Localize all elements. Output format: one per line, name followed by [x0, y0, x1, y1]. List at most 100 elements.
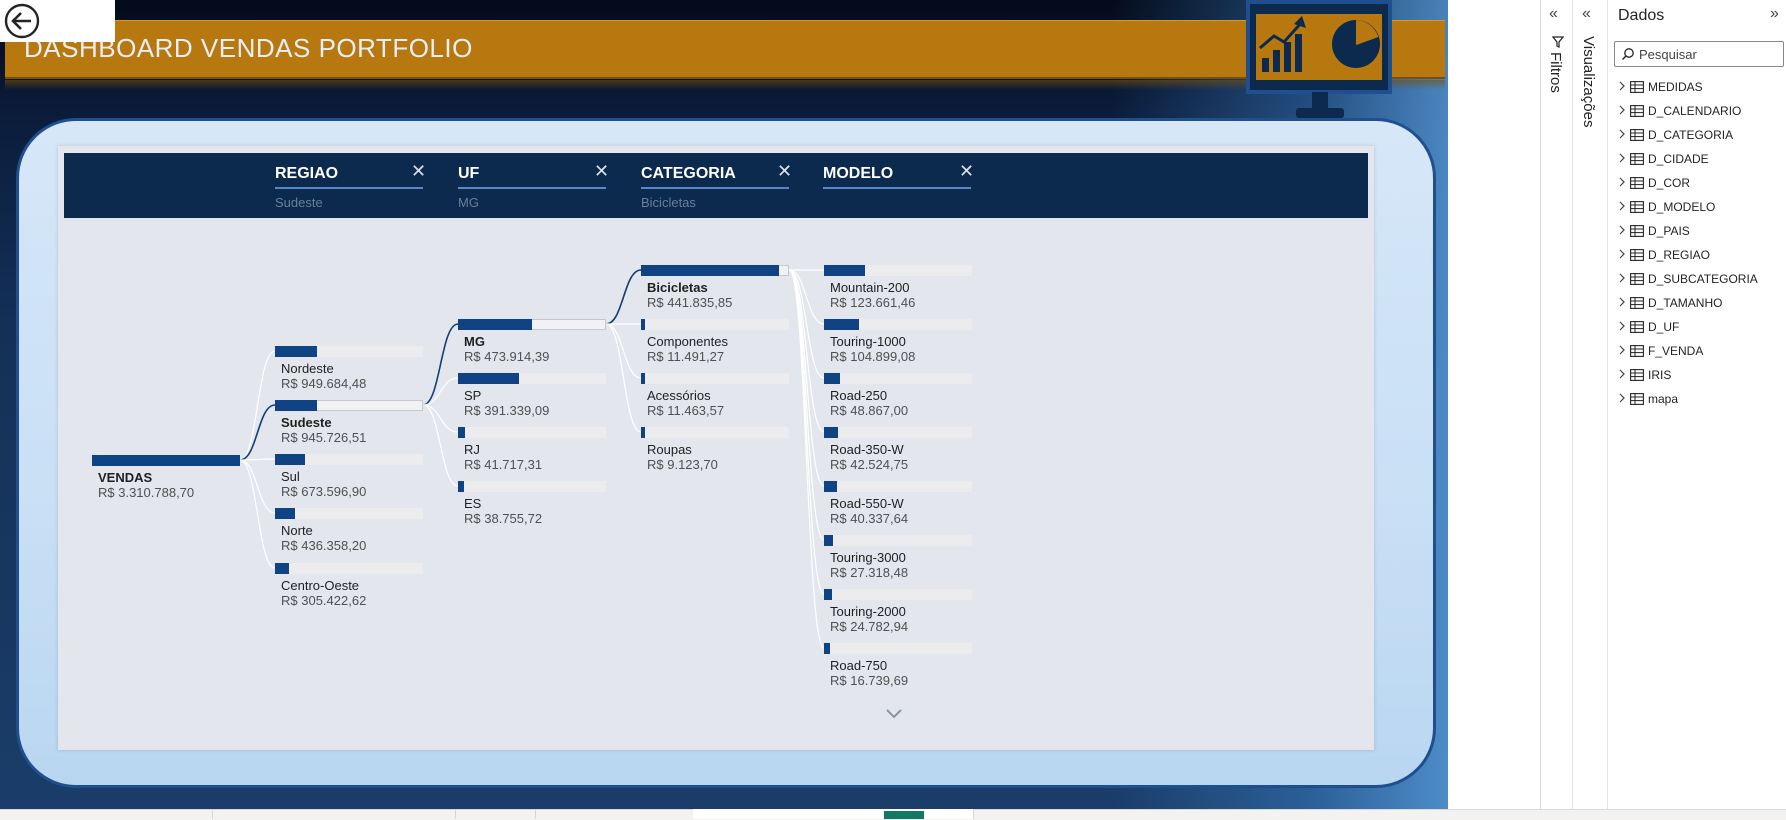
back-arrow-icon[interactable] [4, 3, 40, 39]
uf-node[interactable]: RJ R$ 41.717,31 [458, 427, 606, 475]
close-icon[interactable]: ✕ [959, 162, 974, 180]
chevron-right-icon[interactable] [1618, 224, 1626, 236]
page-tab[interactable] [535, 809, 694, 819]
modelo-node[interactable]: Road-750 R$ 16.739,69 [824, 643, 972, 691]
chevron-right-icon[interactable] [1618, 392, 1626, 404]
chevron-right-icon[interactable] [1618, 152, 1626, 164]
regiao-node[interactable]: Nordeste R$ 949.684,48 [275, 346, 423, 394]
collapse-data-pane-icon[interactable]: » [1770, 5, 1779, 23]
categoria-node[interactable]: Roupas R$ 9.123,70 [641, 427, 789, 475]
chevron-right-icon[interactable] [1618, 272, 1626, 284]
regiao-node[interactable]: Sul R$ 673.596,90 [275, 454, 423, 502]
value-bar [641, 265, 779, 276]
node-value: R$ 11.491,27 [647, 349, 725, 364]
page-tab[interactable] [212, 809, 456, 819]
level-selected-value: MG [458, 195, 479, 210]
modelo-node[interactable]: Road-550-W R$ 40.337,64 [824, 481, 972, 529]
modelo-node[interactable]: Road-250 R$ 48.867,00 [824, 373, 972, 421]
value-bar [458, 481, 464, 492]
field-table-item[interactable]: IRIS [1608, 366, 1786, 386]
field-table-item[interactable]: D_REGIAO [1608, 246, 1786, 266]
modelo-node[interactable]: Road-350-W R$ 42.524,75 [824, 427, 972, 475]
visualizations-label[interactable]: Visualizações [1580, 36, 1597, 127]
field-table-item[interactable]: D_CALENDARIO [1608, 102, 1786, 122]
add-page-tab-accent[interactable] [884, 811, 924, 819]
modelo-node[interactable]: Touring-3000 R$ 27.318,48 [824, 535, 972, 583]
value-bar [824, 643, 830, 654]
uf-node[interactable]: SP R$ 391.339,09 [458, 373, 606, 421]
chevron-right-icon[interactable] [1618, 296, 1626, 308]
root-node[interactable]: VENDAS R$ 3.310.788,70 [92, 455, 240, 503]
uf-node[interactable]: ES R$ 38.755,72 [458, 481, 606, 529]
chevron-right-icon[interactable] [1618, 176, 1626, 188]
level-header-band: REGIAO ✕ Sudeste UF ✕ MG CATEGORIA ✕ Bic… [64, 153, 1368, 218]
chevron-right-icon[interactable] [1618, 200, 1626, 212]
field-table-label: D_REGIAO [1648, 248, 1711, 262]
level-underline [641, 187, 789, 189]
field-table-label: mapa [1648, 392, 1679, 406]
node-value: R$ 27.318,48 [830, 565, 909, 580]
filters-label[interactable]: Filtros [1547, 52, 1564, 93]
uf-node[interactable]: MG R$ 473.914,39 [458, 319, 606, 367]
level-underline [458, 187, 606, 189]
modelo-node[interactable]: Mountain-200 R$ 123.661,46 [824, 265, 972, 313]
regiao-node[interactable]: Sudeste R$ 945.726,51 [275, 400, 423, 448]
categoria-node[interactable]: Componentes R$ 11.491,27 [641, 319, 789, 367]
field-table-item[interactable]: D_TAMANHO [1608, 294, 1786, 314]
node-label: Nordeste [281, 361, 334, 376]
close-icon[interactable]: ✕ [777, 162, 792, 180]
value-bar [824, 427, 838, 438]
search-input[interactable]: Pesquisar [1614, 41, 1784, 67]
value-bar [824, 265, 865, 276]
categoria-node[interactable]: Acessórios R$ 11.463,57 [641, 373, 789, 421]
field-table-item[interactable]: MEDIDAS [1608, 78, 1786, 98]
table-icon [1630, 345, 1644, 357]
data-pane-title: Dados [1618, 7, 1665, 24]
field-table-item[interactable]: D_COR [1608, 174, 1786, 194]
value-bar [458, 427, 465, 438]
filters-pane[interactable]: « Filtros [1540, 0, 1573, 809]
node-value: R$ 473.914,39 [464, 349, 550, 364]
close-icon[interactable]: ✕ [411, 162, 426, 180]
field-table-item[interactable]: mapa [1608, 390, 1786, 410]
field-table-item[interactable]: D_MODELO [1608, 198, 1786, 218]
field-table-label: D_COR [1648, 176, 1691, 190]
field-table-item[interactable]: D_SUBCATEGORIA [1608, 270, 1786, 290]
node-label: VENDAS [98, 470, 153, 485]
chevron-right-icon[interactable] [1618, 128, 1626, 140]
level-title: MODELO [823, 165, 894, 182]
page-tab-active[interactable] [693, 809, 974, 819]
node-label: Road-550-W [830, 496, 904, 511]
regiao-node[interactable]: Norte R$ 436.358,20 [275, 508, 423, 556]
field-table-item[interactable]: D_UF [1608, 318, 1786, 338]
chevron-right-icon[interactable] [1618, 104, 1626, 116]
field-table-label: D_MODELO [1648, 200, 1716, 214]
close-icon[interactable]: ✕ [594, 162, 609, 180]
field-table-label: D_CALENDARIO [1648, 104, 1742, 118]
bar-track [275, 563, 423, 574]
chevron-down-icon[interactable] [885, 708, 903, 720]
node-value: R$ 38.755,72 [464, 511, 543, 526]
page-tab[interactable] [455, 809, 536, 819]
chevron-right-icon[interactable] [1618, 368, 1626, 380]
value-bar [824, 589, 832, 600]
field-table-item[interactable]: D_CATEGORIA [1608, 126, 1786, 146]
categoria-node[interactable]: Bicicletas R$ 441.835,85 [641, 265, 789, 313]
chevron-right-icon[interactable] [1618, 320, 1626, 332]
value-bar [92, 455, 240, 466]
chevron-right-icon[interactable] [1618, 344, 1626, 356]
expand-filters-icon[interactable]: « [1549, 5, 1558, 23]
back-button-area [0, 0, 115, 42]
visualizations-pane[interactable]: « Visualizações [1572, 0, 1607, 809]
modelo-node[interactable]: Touring-1000 R$ 104.899,08 [824, 319, 972, 367]
chevron-right-icon[interactable] [1618, 80, 1626, 92]
field-table-item[interactable]: F_VENDA [1608, 342, 1786, 362]
chevron-right-icon[interactable] [1618, 248, 1626, 260]
page-tab[interactable] [0, 809, 213, 819]
regiao-node[interactable]: Centro-Oeste R$ 305.422,62 [275, 563, 423, 611]
modelo-node[interactable]: Touring-2000 R$ 24.782,94 [824, 589, 972, 637]
data-pane: Dados » Pesquisar MEDIDAS D_CALENDARIO D_C… [1607, 0, 1786, 809]
field-table-item[interactable]: D_CIDADE [1608, 150, 1786, 170]
field-table-item[interactable]: D_PAIS [1608, 222, 1786, 242]
expand-visualizations-icon[interactable]: « [1582, 5, 1591, 23]
